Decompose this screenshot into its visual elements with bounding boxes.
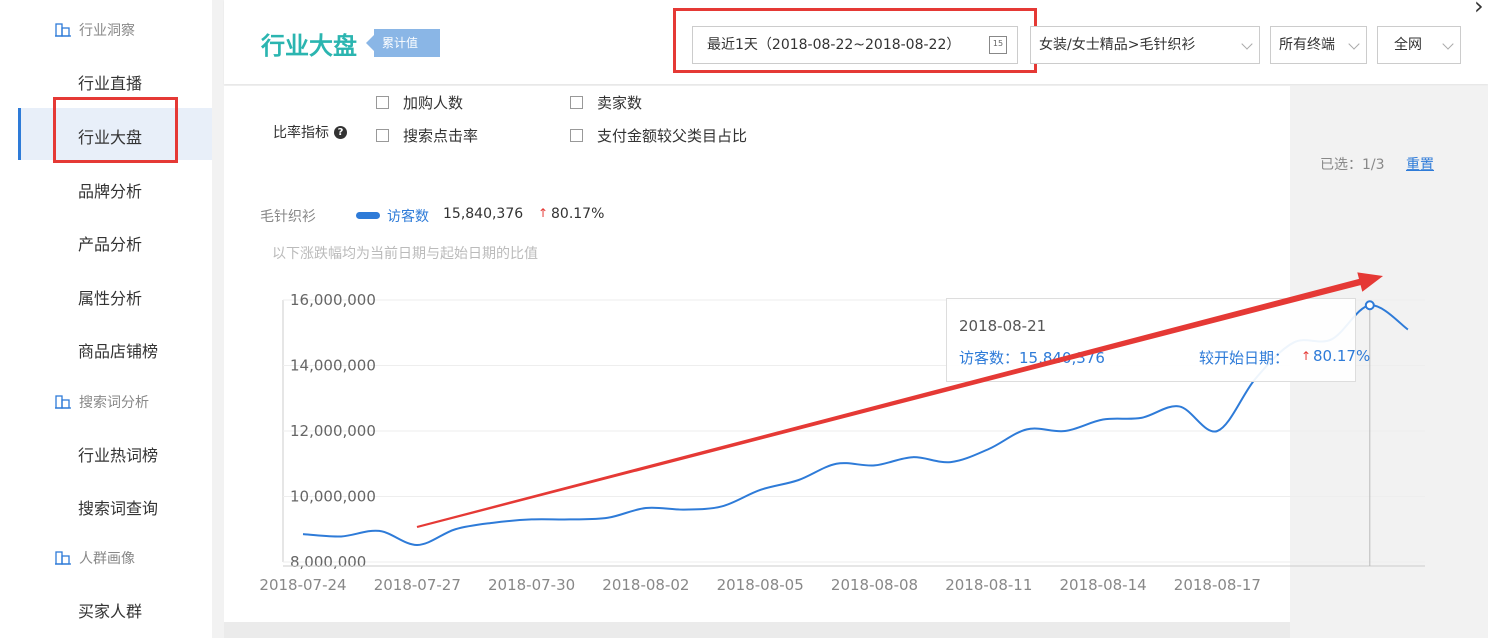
tooltip-compare-value: 80.17% bbox=[1313, 347, 1371, 365]
x-tick-label: 2018-08-08 bbox=[831, 576, 918, 594]
tooltip-visitors: 访客数：15,840,376 bbox=[959, 349, 1105, 367]
highlight-point[interactable] bbox=[1364, 300, 1375, 311]
y-tick-label: 16,000,000 bbox=[290, 291, 376, 309]
x-tick-label: 2018-07-27 bbox=[374, 576, 461, 594]
x-tick-label: 2018-08-11 bbox=[945, 576, 1032, 594]
tooltip-compare-label: 较开始日期： bbox=[1199, 349, 1290, 367]
tooltip-date: 2018-08-21 bbox=[959, 317, 1047, 335]
y-tick-label: 10,000,000 bbox=[290, 488, 376, 506]
x-tick-label: 2018-08-05 bbox=[717, 576, 804, 594]
x-tick-label: 2018-08-02 bbox=[602, 576, 689, 594]
y-tick-label: 12,000,000 bbox=[290, 422, 376, 440]
x-tick-label: 2018-08-14 bbox=[1060, 576, 1147, 594]
x-tick-label: 2018-07-24 bbox=[259, 576, 346, 594]
x-tick-label: 2018-07-30 bbox=[488, 576, 575, 594]
y-tick-label: 14,000,000 bbox=[290, 357, 376, 375]
chart-tooltip: 2018-08-21 访客数：15,840,376 较开始日期： ↑ 80.17… bbox=[946, 298, 1370, 382]
y-tick-label: 8,000,000 bbox=[290, 553, 366, 571]
x-tick-label: 2018-08-17 bbox=[1174, 576, 1261, 594]
up-arrow-icon: ↑ bbox=[1301, 349, 1312, 363]
